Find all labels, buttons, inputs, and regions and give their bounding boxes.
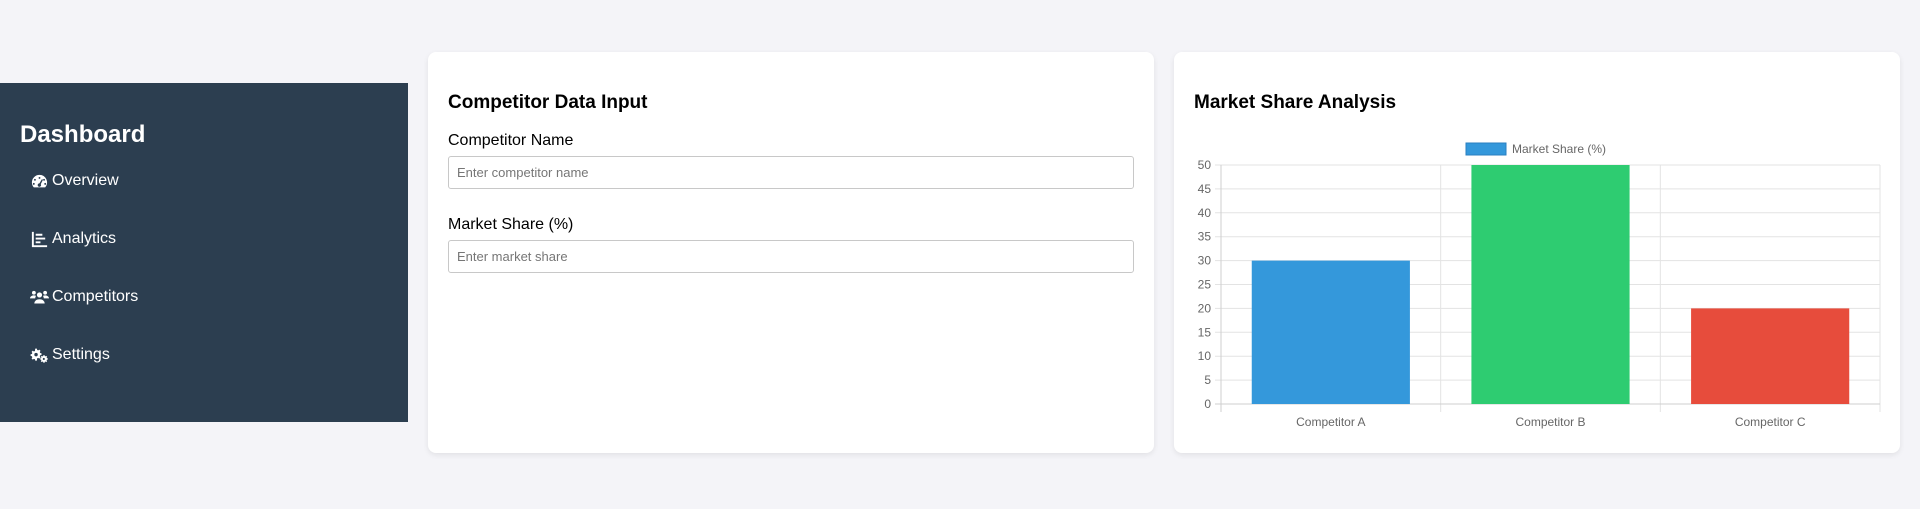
y-tick-label: 20 <box>1198 301 1212 315</box>
y-tick-label: 25 <box>1198 278 1212 292</box>
x-tick-label: Competitor B <box>1515 415 1585 429</box>
y-tick-label: 30 <box>1198 254 1212 268</box>
y-tick-label: 15 <box>1198 325 1212 339</box>
y-tick-label: 45 <box>1198 182 1212 196</box>
y-tick-label: 10 <box>1198 349 1212 363</box>
users-icon <box>30 290 49 304</box>
x-tick-label: Competitor A <box>1296 415 1365 429</box>
market-share-label: Market Share (%) <box>448 216 574 233</box>
sidebar-item-label: Competitors <box>52 288 139 305</box>
x-tick-label: Competitor C <box>1735 415 1806 429</box>
legend-label: Market Share (%) <box>1512 142 1606 156</box>
gears-icon <box>30 348 48 363</box>
sidebar-item-label: Overview <box>52 172 119 189</box>
market-share-input[interactable] <box>448 240 1134 273</box>
y-tick-label: 40 <box>1198 206 1212 220</box>
chart-bar-icon <box>31 231 48 247</box>
bar <box>1691 308 1850 404</box>
y-tick-label: 0 <box>1204 397 1211 411</box>
market-share-chart: 0 5 10 15 20 25 30 35 40 45 50 Competitor A Competit… <box>1198 142 1881 429</box>
gauge-icon <box>31 174 48 187</box>
competitor-input-card: Competitor Data Input Competitor Name Ma… <box>428 52 1154 453</box>
sidebar: Dashboard Overview Analytics Competitors… <box>0 83 408 422</box>
sidebar-item-label: Analytics <box>52 230 117 247</box>
market-share-card: Market Share Analysis 0 5 10 15 20 25 30 35 40 45… <box>1174 52 1900 453</box>
y-tick-label: 35 <box>1198 230 1212 244</box>
sidebar-item-label: Settings <box>52 346 110 363</box>
card-title: Competitor Data Input <box>448 92 648 113</box>
sidebar-item-overview[interactable]: Overview <box>30 166 119 196</box>
y-tick-label: 50 <box>1198 158 1212 172</box>
legend-swatch <box>1465 142 1507 156</box>
y-tick-label: 5 <box>1204 373 1211 387</box>
bar <box>1471 165 1630 404</box>
bar <box>1251 260 1410 404</box>
sidebar-title: Dashboard <box>20 121 146 148</box>
sidebar-item-competitors[interactable]: Competitors <box>30 282 138 312</box>
sidebar-item-settings[interactable]: Settings <box>30 340 110 370</box>
sidebar-item-analytics[interactable]: Analytics <box>30 224 116 254</box>
competitor-name-input[interactable] <box>448 156 1134 189</box>
competitor-name-label: Competitor Name <box>448 132 574 149</box>
